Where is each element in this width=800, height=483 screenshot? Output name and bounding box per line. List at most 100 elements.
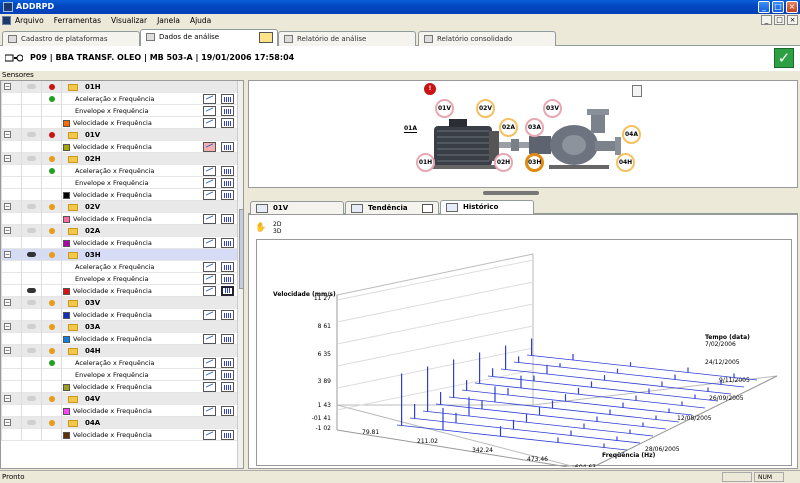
point-02v[interactable]: 02V xyxy=(476,99,495,118)
tab-historico[interactable]: Histórico xyxy=(440,200,534,214)
expand-toggle[interactable]: − xyxy=(4,299,11,306)
tab-relatorio-consolidado[interactable]: Relatório consolidado xyxy=(418,31,556,46)
trend-chart-icon[interactable] xyxy=(203,358,216,368)
tree-group-row[interactable]: − 01V xyxy=(1,129,237,141)
trend-chart-icon[interactable] xyxy=(203,430,216,440)
trend-chart-icon[interactable] xyxy=(203,166,216,176)
scroll-thumb[interactable] xyxy=(239,209,243,289)
tree-channel-row[interactable]: Velocidade x Frequência xyxy=(1,405,237,417)
tab-relatorio-analise[interactable]: Relatório de análise xyxy=(278,31,416,46)
tree-channel-row[interactable]: Velocidade x Frequência xyxy=(1,333,237,345)
tree-group-row[interactable]: − 04H xyxy=(1,345,237,357)
mdi-minimize-button[interactable]: _ xyxy=(761,15,772,25)
trend-chart-icon[interactable] xyxy=(203,94,216,104)
tree-channel-row[interactable]: Envelope x Frequência xyxy=(1,105,237,117)
point-01a[interactable]: 01A xyxy=(404,125,417,133)
spectrum-chart-icon[interactable] xyxy=(221,370,234,380)
tree-group-row[interactable]: − 04A xyxy=(1,417,237,429)
spectrum-chart-icon[interactable] xyxy=(221,142,234,152)
point-03a[interactable]: 03A xyxy=(525,118,544,137)
trend-chart-icon[interactable] xyxy=(203,106,216,116)
point-03v[interactable]: 03V xyxy=(543,99,562,118)
tree-channel-row[interactable]: Envelope x Frequência xyxy=(1,177,237,189)
hand-pan-icon[interactable]: ✋ xyxy=(255,223,266,233)
ok-check-button[interactable]: ✓ xyxy=(774,48,794,68)
point-04h[interactable]: 04H xyxy=(616,153,635,172)
expand-toggle[interactable]: − xyxy=(4,227,11,234)
menu-arquivo[interactable]: Arquivo xyxy=(15,16,44,25)
tree-group-row[interactable]: − 03V xyxy=(1,297,237,309)
expand-toggle[interactable]: − xyxy=(4,347,11,354)
spectrum-chart-icon[interactable] xyxy=(221,358,234,368)
tree-channel-row[interactable]: Velocidade x Frequência xyxy=(1,429,237,441)
maximize-button[interactable]: □ xyxy=(772,1,784,13)
point-02a[interactable]: 02A xyxy=(499,118,518,137)
tab-dados-analise[interactable]: Dados de análise xyxy=(140,29,278,46)
point-02h[interactable]: 02H xyxy=(494,153,513,172)
spectrum-chart-icon[interactable] xyxy=(221,406,234,416)
panel-splitter[interactable] xyxy=(483,191,539,195)
menu-ferramentas[interactable]: Ferramentas xyxy=(54,16,101,25)
point-04a[interactable]: 04A xyxy=(622,125,641,144)
spectrum-chart-icon[interactable] xyxy=(221,238,234,248)
minimize-button[interactable]: _ xyxy=(758,1,770,13)
folder-icon[interactable] xyxy=(259,32,273,43)
tab-01v[interactable]: 01V xyxy=(250,201,344,214)
tree-channel-row[interactable]: Velocidade x Frequência xyxy=(1,309,237,321)
tree-group-row[interactable]: − 03H xyxy=(1,249,237,261)
tree-group-row[interactable]: − 03A xyxy=(1,321,237,333)
tree-channel-row[interactable]: Velocidade x Frequência xyxy=(1,381,237,393)
trend-chart-icon[interactable] xyxy=(203,118,216,128)
menu-visualizar[interactable]: Visualizar xyxy=(111,16,147,25)
tab-cadastro[interactable]: Cadastro de plataformas xyxy=(2,31,140,46)
spectrum-chart-icon[interactable] xyxy=(221,178,234,188)
spectrum-chart-icon[interactable] xyxy=(221,94,234,104)
spectrum-chart-icon[interactable] xyxy=(221,118,234,128)
tree-channel-row[interactable]: Velocidade x Frequência xyxy=(1,237,237,249)
trend-chart-icon[interactable] xyxy=(203,190,216,200)
expand-toggle[interactable]: − xyxy=(4,83,11,90)
spectrum-chart-icon[interactable] xyxy=(221,274,234,284)
menu-ajuda[interactable]: Ajuda xyxy=(190,16,211,25)
expand-toggle[interactable]: − xyxy=(4,323,11,330)
expand-toggle[interactable]: − xyxy=(4,419,11,426)
trend-chart-icon[interactable] xyxy=(203,214,216,224)
point-03h[interactable]: 03H xyxy=(525,153,544,172)
tree-group-row[interactable]: − 02H xyxy=(1,153,237,165)
point-01h[interactable]: 01H xyxy=(416,153,435,172)
spectrum-chart-icon[interactable] xyxy=(221,190,234,200)
tree-channel-row[interactable]: Aceleração x Frequência xyxy=(1,93,237,105)
spectrum-chart-icon[interactable] xyxy=(221,334,234,344)
tree-channel-row[interactable]: Velocidade x Frequência xyxy=(1,117,237,129)
trend-chart-icon[interactable] xyxy=(203,382,216,392)
tree-channel-row[interactable]: Envelope x Frequência xyxy=(1,369,237,381)
tab-tendencia[interactable]: Tendência xyxy=(345,201,439,214)
expand-toggle[interactable]: − xyxy=(4,203,11,210)
tree-channel-row[interactable]: Aceleração x Frequência xyxy=(1,165,237,177)
expand-toggle[interactable]: − xyxy=(4,155,11,162)
tree-group-row[interactable]: − 04V xyxy=(1,393,237,405)
tree-channel-row[interactable]: Aceleração x Frequência xyxy=(1,261,237,273)
spectrum-chart-icon[interactable] xyxy=(221,310,234,320)
spectrum-chart-icon[interactable] xyxy=(221,430,234,440)
spectrum-chart-icon[interactable] xyxy=(221,166,234,176)
tree-channel-row[interactable]: Velocidade x Frequência xyxy=(1,213,237,225)
spectrum-chart-icon[interactable] xyxy=(221,286,234,296)
waterfall-plot[interactable]: 11 27 8 61 6 35 3 89 1 43 -01 41 -1 02 Velocida… xyxy=(256,239,792,471)
mdi-close-button[interactable]: × xyxy=(787,15,798,25)
spectrum-chart-icon[interactable] xyxy=(221,106,234,116)
spectrum-chart-icon[interactable] xyxy=(221,382,234,392)
trend-chart-icon[interactable] xyxy=(203,406,216,416)
close-button[interactable]: × xyxy=(786,1,798,13)
document-icon[interactable] xyxy=(2,16,11,25)
expand-toggle[interactable]: − xyxy=(4,251,11,258)
spectrum-chart-icon[interactable] xyxy=(221,262,234,272)
tree-group-row[interactable]: − 01H xyxy=(1,81,237,93)
trend-chart-icon[interactable] xyxy=(203,262,216,272)
trend-chart-icon[interactable] xyxy=(203,274,216,284)
tree-channel-row[interactable]: Velocidade x Frequência xyxy=(1,189,237,201)
menu-janela[interactable]: Janela xyxy=(157,16,180,25)
trend-chart-icon[interactable] xyxy=(203,286,216,296)
tree-channel-row[interactable]: Velocidade x Frequência xyxy=(1,285,237,297)
tree-scrollbar[interactable] xyxy=(237,81,243,468)
